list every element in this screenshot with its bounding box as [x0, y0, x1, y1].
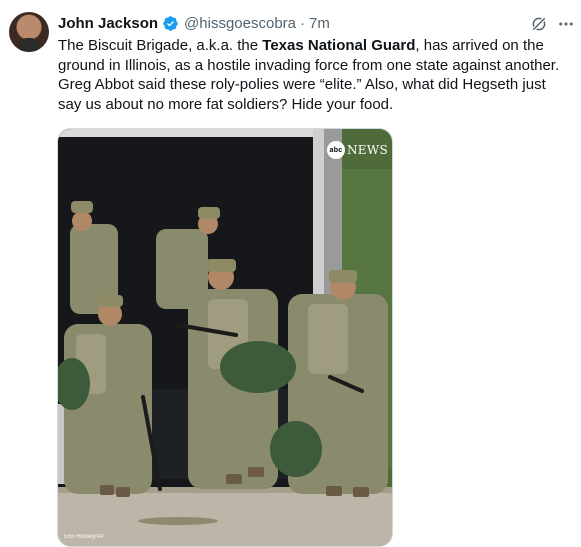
photo-soldiers-unloading-truck [58, 129, 392, 546]
separator-dot: · [300, 14, 305, 32]
tweet-header: John Jackson @hissgoescobra · 7m [58, 13, 330, 33]
tweet-text-bold: Texas National Guard [262, 37, 416, 54]
news-logo-icon: abc [326, 141, 345, 159]
avatar[interactable] [9, 12, 49, 52]
news-watermark: abc NEWS [326, 141, 388, 159]
verified-badge-icon[interactable] [162, 15, 179, 32]
tweet-text-part1: The Biscuit Brigade, a.k.a. the [58, 37, 263, 54]
photo-credit: Erin Hooley/AP [64, 534, 105, 540]
author-name[interactable]: John Jackson [58, 15, 158, 32]
news-watermark-text: NEWS [346, 143, 388, 157]
more-icon[interactable] [557, 15, 575, 33]
tweet-photo[interactable]: abc NEWS Erin Hooley/AP [57, 128, 393, 547]
tweet-text: The Biscuit Brigade, a.k.a. the Texas Na… [58, 36, 573, 114]
tweet[interactable]: John Jackson @hissgoescobra · 7m The Bis… [0, 0, 581, 547]
post-time[interactable]: 7m [309, 15, 330, 32]
author-handle[interactable]: @hissgoescobra [184, 15, 296, 32]
grok-icon[interactable] [530, 15, 548, 33]
